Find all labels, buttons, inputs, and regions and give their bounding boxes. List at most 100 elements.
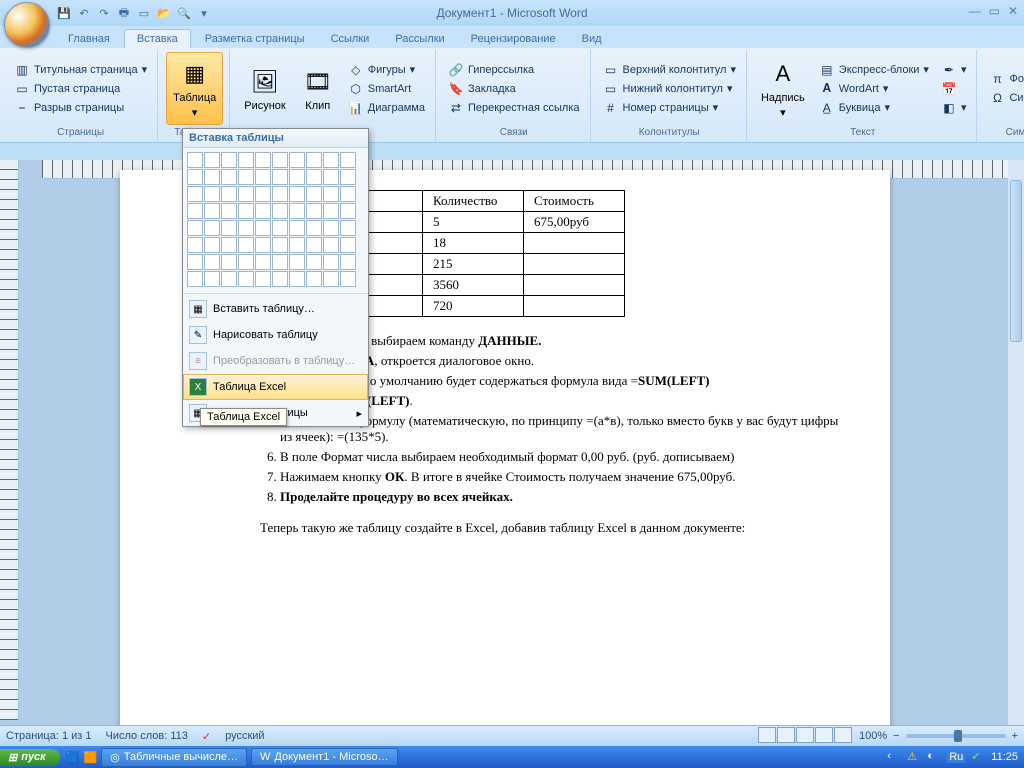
picture-button[interactable]: 🖼Рисунок xyxy=(238,52,292,125)
group-symbols-label: Символы xyxy=(985,125,1024,140)
table-icon: ▦ xyxy=(179,58,211,90)
shapes-button[interactable]: ◇Фигуры ▾ xyxy=(344,61,429,79)
vertical-ruler[interactable] xyxy=(0,160,19,720)
break-icon: ⎯ xyxy=(14,100,30,116)
date-button[interactable]: 📅 xyxy=(937,80,971,98)
after-text: Теперь такую же таблицу создайте в Excel… xyxy=(260,520,850,536)
start-button[interactable]: ⊞пуск xyxy=(0,749,60,766)
tray-icon[interactable]: ‹ xyxy=(887,750,901,764)
smartart-icon: ⬡ xyxy=(348,81,364,97)
page-icon: ▥ xyxy=(14,62,30,78)
chart-button[interactable]: 📊Диаграмма xyxy=(344,99,429,117)
link-icon: 🔗 xyxy=(448,62,464,78)
lang-indicator[interactable]: Ru xyxy=(947,751,965,763)
clock[interactable]: 11:25 xyxy=(991,751,1018,763)
sig-icon: ✒ xyxy=(941,62,957,78)
list-item: В поле Формат числа выбираем необходимый… xyxy=(280,449,850,466)
object-button[interactable]: ◧▾ xyxy=(937,99,971,117)
taskbar-item[interactable]: WДокумент1 - Microso… xyxy=(251,748,398,766)
object-icon: ◧ xyxy=(941,100,957,116)
tab-insert[interactable]: Вставка xyxy=(124,29,191,48)
tray-icon[interactable]: ⚠ xyxy=(907,750,921,764)
excel-table-item[interactable]: XТаблица Excel xyxy=(183,374,368,400)
page-break-button[interactable]: ⎯Разрыв страницы xyxy=(10,99,151,117)
group-headerfooter-label: Колонтитулы xyxy=(599,125,740,140)
tray-icon[interactable]: ◐ xyxy=(927,750,941,764)
list-item: Нажимаем кнопку ОК. В итоге в ячейке Сто… xyxy=(280,469,850,486)
zoom-in-icon[interactable]: + xyxy=(1012,730,1018,742)
blank-page-button[interactable]: ▭Пустая страница xyxy=(10,80,151,98)
table-dropdown: Вставка таблицы ▦Вставить таблицу… ✎Нари… xyxy=(182,128,369,427)
equation-button[interactable]: πФормула ▾ xyxy=(985,70,1024,88)
header-icon: ▭ xyxy=(603,62,619,78)
submenu-arrow-icon: ▸ xyxy=(356,407,362,420)
pencil-icon: ✎ xyxy=(189,326,207,344)
draw-table-item[interactable]: ✎Нарисовать таблицу xyxy=(183,322,368,348)
group-pages-label: Страницы xyxy=(10,125,151,140)
maximize-icon[interactable]: ▭ xyxy=(989,4,1000,18)
quickparts-button[interactable]: ▤Экспресс-блоки ▾ xyxy=(815,61,933,79)
table-grid-picker[interactable] xyxy=(183,148,368,291)
shapes-icon: ◇ xyxy=(348,62,364,78)
dropcap-button[interactable]: A̲Буквица ▾ xyxy=(815,99,933,117)
date-icon: 📅 xyxy=(941,81,957,97)
zoom-level[interactable]: 100% xyxy=(859,730,887,742)
clip-icon: 🎞 xyxy=(302,66,334,98)
insert-table-item[interactable]: ▦Вставить таблицу… xyxy=(183,296,368,322)
tab-review[interactable]: Рецензирование xyxy=(459,30,568,48)
tab-layout[interactable]: Разметка страницы xyxy=(193,30,317,48)
window-title: Документ1 - Microsoft Word xyxy=(0,6,1024,20)
footer-button[interactable]: ▭Нижний колонтитул ▾ xyxy=(599,80,740,98)
tray-app-icon[interactable]: 🟦 xyxy=(66,751,80,764)
crossref-icon: ⇄ xyxy=(448,100,464,116)
ribbon-tabs: Главная Вставка Разметка страницы Ссылки… xyxy=(0,26,1024,48)
close-icon[interactable]: ✕ xyxy=(1008,4,1018,18)
status-words[interactable]: Число слов: 113 xyxy=(106,730,188,742)
wordart-button[interactable]: 𝐀WordArt ▾ xyxy=(815,80,933,98)
equation-icon: π xyxy=(989,71,1005,87)
status-bar: Страница: 1 из 1 Число слов: 113 ✓ русск… xyxy=(0,725,1024,746)
clipart-button[interactable]: 🎞Клип xyxy=(296,52,340,125)
group-text-label: Текст xyxy=(755,125,971,140)
minimize-icon[interactable]: — xyxy=(969,4,981,18)
tab-mailings[interactable]: Рассылки xyxy=(383,30,456,48)
dropcap-icon: A̲ xyxy=(819,100,835,116)
symbol-icon: Ω xyxy=(989,90,1005,106)
tooltip: Таблица Excel xyxy=(200,408,287,426)
tab-home[interactable]: Главная xyxy=(56,30,122,48)
tab-view[interactable]: Вид xyxy=(570,30,614,48)
zoom-slider[interactable] xyxy=(906,734,1006,738)
taskbar: ⊞пуск 🟦 🟧 ◎Табличные вычисле… WДокумент1… xyxy=(0,746,1024,768)
bookmark-button[interactable]: 🔖Закладка xyxy=(444,80,584,98)
tray-icon[interactable]: ✔ xyxy=(971,750,985,764)
cover-page-button[interactable]: ▥Титульная страница ▾ xyxy=(10,61,151,79)
grid-icon: ▦ xyxy=(189,300,207,318)
textbox-button[interactable]: AНадпись▾ xyxy=(755,52,811,125)
parts-icon: ▤ xyxy=(819,62,835,78)
crossref-button[interactable]: ⇄Перекрестная ссылка xyxy=(444,99,584,117)
symbol-button[interactable]: ΩСимвол ▾ xyxy=(985,89,1024,107)
view-buttons[interactable] xyxy=(758,727,853,746)
footer-icon: ▭ xyxy=(603,81,619,97)
list-item: Проделайте процедуру во всех ячейках. xyxy=(280,489,850,506)
spellcheck-icon[interactable]: ✓ xyxy=(202,730,211,743)
pagenum-button[interactable]: #Номер страницы ▾ xyxy=(599,99,740,117)
status-lang[interactable]: русский xyxy=(225,730,264,742)
tray-app-icon[interactable]: 🟧 xyxy=(83,751,97,764)
ribbon: ▥Титульная страница ▾ ▭Пустая страница ⎯… xyxy=(0,48,1024,143)
tab-references[interactable]: Ссылки xyxy=(319,30,382,48)
taskbar-item[interactable]: ◎Табличные вычисле… xyxy=(101,748,247,767)
picture-icon: 🖼 xyxy=(249,66,281,98)
office-button[interactable] xyxy=(4,2,50,48)
windows-icon: ⊞ xyxy=(8,751,17,764)
table-button[interactable]: ▦Таблица▾ xyxy=(166,52,223,125)
header-button[interactable]: ▭Верхний колонтитул ▾ xyxy=(599,61,740,79)
excel-icon: X xyxy=(189,378,207,396)
sig-button[interactable]: ✒▾ xyxy=(937,61,971,79)
hyperlink-button[interactable]: 🔗Гиперссылка xyxy=(444,61,584,79)
smartart-button[interactable]: ⬡SmartArt xyxy=(344,80,429,98)
zoom-out-icon[interactable]: − xyxy=(893,730,899,742)
convert-table-item: ≡Преобразовать в таблицу… xyxy=(183,348,368,374)
vertical-scrollbar[interactable] xyxy=(1008,160,1024,726)
status-page[interactable]: Страница: 1 из 1 xyxy=(6,730,92,742)
